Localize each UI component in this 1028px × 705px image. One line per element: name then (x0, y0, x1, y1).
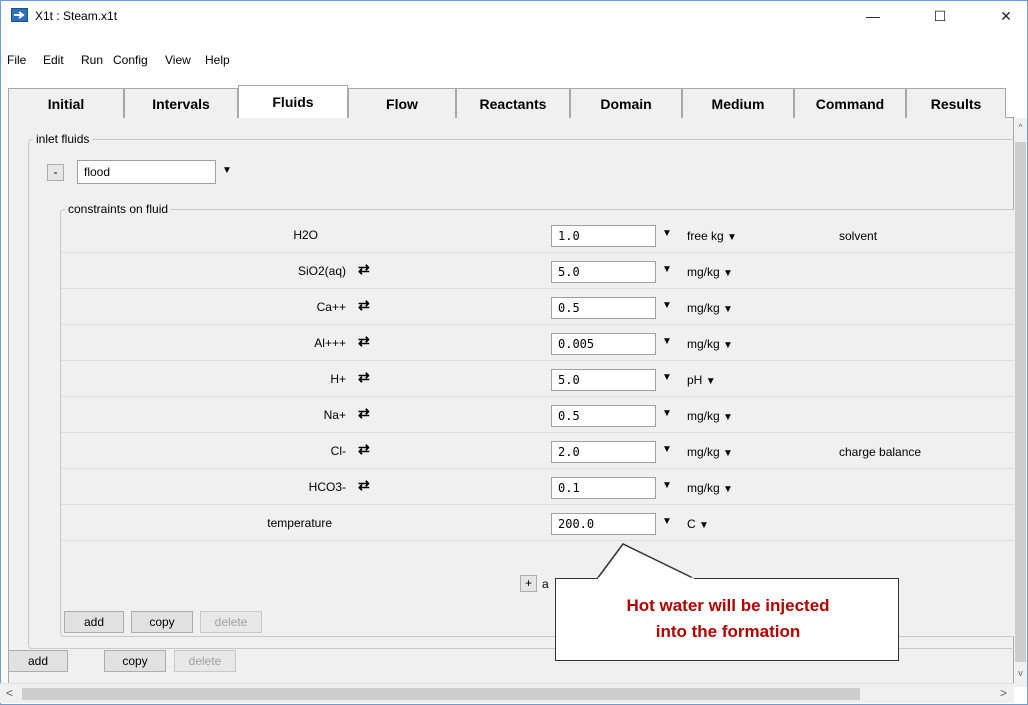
horizontal-scroll-thumb[interactable] (22, 688, 860, 700)
horizontal-scrollbar[interactable]: < > (0, 683, 1014, 703)
unit-select[interactable]: mg/kg ▼ (687, 337, 733, 351)
scroll-right-icon[interactable]: > (1000, 686, 1007, 700)
value-input[interactable]: 5.0 (551, 261, 656, 283)
value-dropdown-icon[interactable]: ▼ (662, 372, 672, 383)
row-note: charge balance (839, 445, 922, 459)
tab-intervals[interactable]: Intervals (124, 88, 238, 118)
species-label: H2O (293, 228, 318, 242)
add-button[interactable]: add (64, 611, 124, 633)
value-dropdown-icon[interactable]: ▼ (662, 300, 672, 311)
menu-run[interactable]: Run (81, 53, 103, 67)
fluid-name-field[interactable]: flood (77, 160, 216, 184)
value-input[interactable]: 0.5 (551, 405, 656, 427)
vertical-scroll-thumb[interactable] (1015, 142, 1026, 662)
tab-fluids[interactable]: Fluids (238, 85, 348, 118)
species-label: Na+ (323, 408, 346, 422)
tab-reactants[interactable]: Reactants (456, 88, 570, 118)
copy-fluid-button[interactable]: copy (104, 650, 166, 672)
menu-bar: File Edit Run Config View Help (1, 49, 1027, 71)
row-note: solvent (839, 229, 878, 243)
callout-line-1: Hot water will be injected (626, 596, 830, 615)
swap-arrows-icon[interactable]: ⇄ (358, 333, 370, 350)
delete-button[interactable]: delete (200, 611, 262, 633)
species-label: temperature (267, 516, 332, 530)
unit-select[interactable]: C ▼ (687, 517, 709, 531)
value-dropdown-icon[interactable]: ▼ (662, 264, 672, 275)
value-input[interactable]: 1.0 (551, 225, 656, 247)
callout-text: Hot water will be injected into the form… (556, 593, 900, 645)
swap-arrows-icon[interactable]: ⇄ (358, 369, 370, 386)
species-label: SiO2(aq) (297, 264, 346, 278)
constraints-label: constraints on fluid (65, 202, 172, 216)
add-constraint-button[interactable]: + (520, 575, 537, 592)
title-bar: X1t : Steam.x1t — ☐ ✕ (1, 1, 1027, 31)
tab-results[interactable]: Results (906, 88, 1006, 118)
fluid-dropdown-icon[interactable]: ▼ (222, 165, 232, 176)
inlet-fluids-label: inlet fluids (33, 132, 93, 146)
menu-file[interactable]: File (7, 53, 26, 67)
menu-view[interactable]: View (165, 53, 191, 67)
unit-select[interactable]: mg/kg ▼ (687, 445, 733, 459)
unit-select[interactable]: mg/kg ▼ (687, 265, 733, 279)
swap-arrows-icon[interactable]: ⇄ (358, 477, 370, 494)
swap-arrows-icon[interactable]: ⇄ (358, 261, 370, 278)
annotation-callout: Hot water will be injected into the form… (555, 578, 899, 661)
value-dropdown-icon[interactable]: ▼ (662, 408, 672, 419)
value-input[interactable]: 0.1 (551, 477, 656, 499)
menu-help[interactable]: Help (205, 53, 230, 67)
value-dropdown-icon[interactable]: ▼ (662, 228, 672, 239)
value-input[interactable]: 200.0 (551, 513, 656, 535)
value-input[interactable]: 5.0 (551, 369, 656, 391)
app-arrow-icon (11, 8, 28, 22)
species-label: Al+++ (314, 336, 346, 350)
swap-arrows-icon[interactable]: ⇄ (358, 405, 370, 422)
tab-domain[interactable]: Domain (570, 88, 682, 118)
unit-select[interactable]: free kg ▼ (687, 229, 737, 243)
callout-line-2: into the formation (655, 622, 801, 641)
scroll-left-icon[interactable]: < (6, 686, 13, 700)
value-dropdown-icon[interactable]: ▼ (662, 336, 672, 347)
close-button[interactable]: ✕ (983, 1, 1028, 31)
unit-select[interactable]: mg/kg ▼ (687, 481, 733, 495)
species-label: H+ (330, 372, 346, 386)
maximize-button[interactable]: ☐ (917, 1, 963, 31)
species-label: HCO3- (308, 480, 346, 494)
species-label: Cl- (330, 444, 346, 458)
add-fluid-button[interactable]: add (8, 650, 68, 672)
vertical-scrollbar[interactable]: ^ v (1014, 118, 1027, 687)
unit-select[interactable]: mg/kg ▼ (687, 301, 733, 315)
copy-button[interactable]: copy (131, 611, 193, 633)
tab-initial[interactable]: Initial (8, 88, 124, 118)
collapse-fluid-button[interactable]: - (47, 164, 64, 181)
species-label: Ca++ (316, 300, 346, 314)
tab-medium[interactable]: Medium (682, 88, 794, 118)
value-input[interactable]: 2.0 (551, 441, 656, 463)
swap-arrows-icon[interactable]: ⇄ (358, 441, 370, 458)
value-input[interactable]: 0.005 (551, 333, 656, 355)
value-input[interactable]: 0.5 (551, 297, 656, 319)
tab-command[interactable]: Command (794, 88, 906, 118)
menu-config[interactable]: Config (113, 53, 148, 67)
swap-arrows-icon[interactable]: ⇄ (358, 297, 370, 314)
tab-flow[interactable]: Flow (348, 88, 456, 118)
menu-edit[interactable]: Edit (43, 53, 64, 67)
value-dropdown-icon[interactable]: ▼ (662, 444, 672, 455)
unit-select[interactable]: pH ▼ (687, 373, 716, 387)
window-title: X1t : Steam.x1t (35, 9, 118, 23)
value-dropdown-icon[interactable]: ▼ (662, 516, 672, 527)
minimize-button[interactable]: — (850, 1, 896, 31)
tab-strip: Initial Intervals Fluids Flow Reactants … (8, 85, 1014, 118)
unit-select[interactable]: mg/kg ▼ (687, 409, 733, 423)
add-constraint-label[interactable]: a (542, 577, 549, 591)
delete-fluid-button[interactable]: delete (174, 650, 236, 672)
scroll-up-icon[interactable]: ^ (1015, 122, 1026, 136)
value-dropdown-icon[interactable]: ▼ (662, 480, 672, 491)
scroll-down-icon[interactable]: v (1015, 668, 1026, 682)
